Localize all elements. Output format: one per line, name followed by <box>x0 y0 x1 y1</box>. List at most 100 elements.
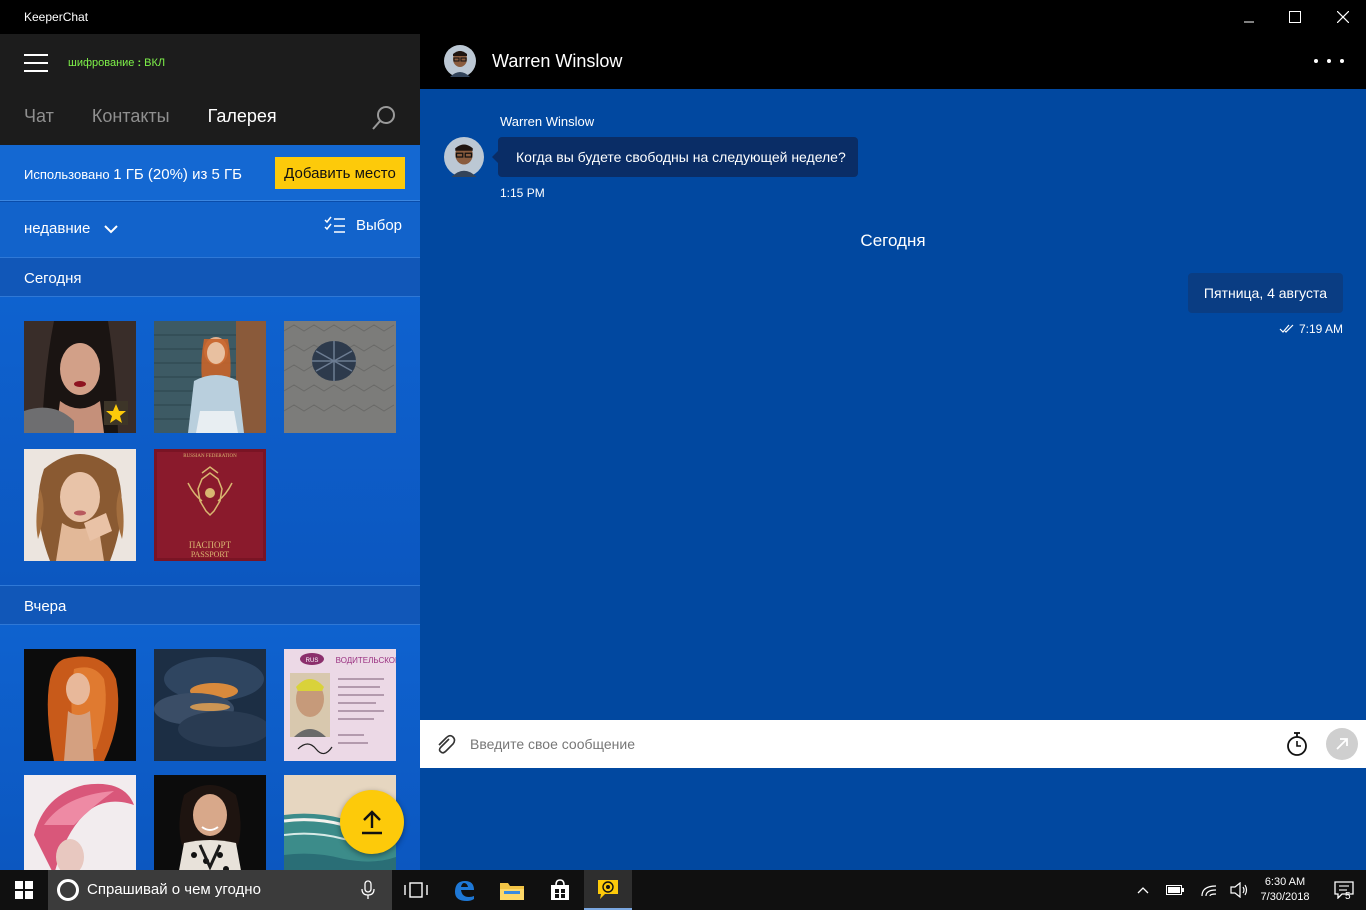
message-time: 1:15 PM <box>500 186 545 200</box>
attach-button[interactable] <box>434 733 456 760</box>
section-title: Вчера <box>24 598 67 615</box>
minimize-icon <box>1244 21 1254 23</box>
photo-driver-license: RUS ВОДИТЕЛЬСКОЕ <box>284 649 396 761</box>
section-today-grid: RUSSIAN FEDERATION ПАСПОРТ PASSPORT <box>0 297 420 585</box>
photo-woman-denim <box>154 321 266 433</box>
more-options-button[interactable] <box>1314 50 1344 72</box>
send-button[interactable] <box>1326 728 1358 760</box>
chevron-down-icon <box>104 224 119 233</box>
contact-name: Warren Winslow <box>492 51 623 71</box>
store-bag-icon <box>551 879 569 900</box>
double-check-icon <box>1279 324 1294 333</box>
select-label: Выбор <box>355 216 402 234</box>
sidebar-header: шифрование: ВКЛ Чат Контакты Галерея <box>0 34 420 145</box>
filter-bar: недавние Выбор <box>0 202 420 257</box>
paperclip-icon <box>438 734 456 754</box>
upload-button[interactable] <box>340 790 404 854</box>
keeperchat-app-icon <box>598 880 618 899</box>
search-button[interactable] <box>370 104 398 132</box>
photo-woman-red-hair <box>24 649 136 761</box>
incoming-message[interactable]: Когда вы будете свободны на следующей не… <box>492 137 858 177</box>
microphone-button[interactable] <box>361 880 375 905</box>
gallery-thumb[interactable] <box>24 321 136 433</box>
action-center-button[interactable]: 5 <box>1322 870 1366 910</box>
network-button[interactable] <box>1196 870 1222 910</box>
chat-header: Warren Winslow <box>420 34 1366 89</box>
title-bar: KeeperChat <box>0 0 1366 34</box>
sort-dropdown[interactable]: недавние <box>24 220 119 237</box>
tab-contacts[interactable]: Контакты <box>92 106 170 130</box>
message-sender: Warren Winslow <box>500 114 595 129</box>
storage-used-amount: 1 ГБ (20%) из 5 ГБ <box>113 166 242 183</box>
photo-woman-smiling <box>154 775 266 870</box>
gallery-thumb[interactable] <box>154 321 266 433</box>
gallery-thumb[interactable] <box>24 649 136 761</box>
section-header-yesterday: Вчера <box>0 585 420 625</box>
microphone-icon <box>361 880 375 899</box>
photo-russian-passport: RUSSIAN FEDERATION ПАСПОРТ PASSPORT <box>154 449 266 561</box>
taskbar-clock[interactable]: 6:30 AM 7/30/2018 <box>1254 875 1316 905</box>
message-input[interactable] <box>470 730 1270 758</box>
gallery-thumb[interactable] <box>24 449 136 561</box>
gallery-thumb[interactable] <box>24 775 136 870</box>
minimize-button[interactable] <box>1226 0 1272 34</box>
section-title: Сегодня <box>24 270 82 287</box>
avatar[interactable] <box>444 45 476 82</box>
photo-sea-urchin <box>284 321 396 433</box>
chevron-up-icon <box>1137 887 1149 894</box>
clock-time: 6:30 AM <box>1264 876 1306 888</box>
storage-used-prefix: Использовано <box>24 167 110 182</box>
outgoing-message[interactable]: Пятница, 4 августа <box>1187 273 1343 313</box>
notification-icon <box>1334 881 1354 899</box>
menu-icon[interactable] <box>24 54 48 72</box>
keeperchat-taskbar-button[interactable] <box>584 870 632 910</box>
gallery-thumb[interactable]: RUSSIAN FEDERATION ПАСПОРТ PASSPORT <box>154 449 266 561</box>
add-storage-button[interactable]: Добавить место <box>275 157 405 189</box>
tab-gallery[interactable]: Галерея <box>208 106 277 130</box>
sidebar-tabs: Чат Контакты Галерея <box>24 106 277 130</box>
avatar[interactable] <box>444 137 484 182</box>
close-icon <box>1337 11 1349 23</box>
gallery-thumb[interactable] <box>154 775 266 870</box>
message-time: 7:19 AM <box>1298 322 1343 336</box>
tab-chat[interactable]: Чат <box>24 106 54 130</box>
maximize-button[interactable] <box>1272 0 1318 34</box>
speaker-icon <box>1230 882 1248 898</box>
taskbar-search[interactable]: Спрашивай о чем угодно <box>48 870 392 910</box>
more-dot-icon <box>1314 59 1318 63</box>
maximize-icon <box>1289 11 1301 23</box>
gallery-thumb[interactable] <box>284 321 396 433</box>
windows-logo-icon <box>15 881 33 899</box>
encryption-label: шифрование <box>68 57 135 69</box>
self-destruct-timer-button[interactable] <box>1284 731 1310 762</box>
app-title: KeeperChat <box>24 10 89 24</box>
encryption-state: ВКЛ <box>144 57 166 69</box>
store-button[interactable] <box>536 870 584 910</box>
select-button[interactable]: Выбор <box>324 216 402 234</box>
storage-bar: Использовано 1 ГБ (20%) из 5 ГБ Добавить… <box>0 145 420 201</box>
file-explorer-button[interactable] <box>488 870 536 910</box>
upload-icon <box>362 810 382 835</box>
passport-line2: PASSPORT <box>191 550 229 559</box>
volume-button[interactable] <box>1226 870 1252 910</box>
start-button[interactable] <box>0 870 48 910</box>
gallery-thumb[interactable] <box>154 649 266 761</box>
more-dot-icon <box>1327 59 1331 63</box>
contact-avatar-icon <box>444 45 476 77</box>
show-hidden-icons-button[interactable] <box>1132 870 1154 910</box>
edge-browser-button[interactable] <box>440 870 488 910</box>
close-button[interactable] <box>1320 0 1366 34</box>
photo-portrait-woman <box>24 321 136 433</box>
folder-icon <box>500 883 524 900</box>
gallery-thumb[interactable]: RUS ВОДИТЕЛЬСКОЕ <box>284 649 396 761</box>
taskbar: Спрашивай о чем угодно 6:30 AM 7/30/2018… <box>0 870 1366 910</box>
sender-avatar-icon <box>444 137 484 177</box>
photo-woman-pink-hair <box>24 775 136 870</box>
cortana-icon <box>57 879 79 901</box>
battery-button[interactable] <box>1162 870 1188 910</box>
task-view-icon <box>404 882 428 898</box>
task-view-button[interactable] <box>392 870 440 910</box>
notification-count: 5 <box>1345 891 1351 902</box>
more-dot-icon <box>1340 59 1344 63</box>
encryption-status: шифрование: ВКЛ <box>68 57 166 69</box>
